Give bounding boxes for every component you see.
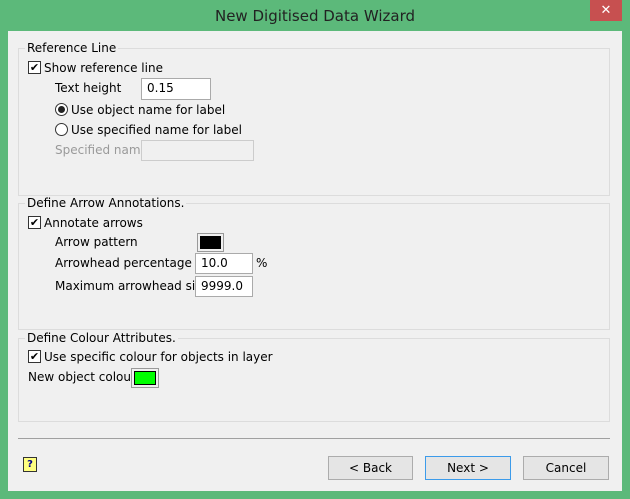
show-reference-line-label: Show reference line xyxy=(44,61,163,75)
text-height-input[interactable]: 0.15 xyxy=(141,78,211,100)
cancel-button[interactable]: Cancel xyxy=(523,456,609,480)
annotate-arrows-label: Annotate arrows xyxy=(44,216,143,230)
next-button[interactable]: Next > xyxy=(425,456,511,480)
show-reference-line-checkbox[interactable]: ✔ xyxy=(28,61,41,74)
window-title: New Digitised Data Wizard xyxy=(214,7,416,25)
back-button[interactable]: < Back xyxy=(328,456,413,480)
specified-name-label: Specified name xyxy=(55,143,148,157)
text-height-label: Text height xyxy=(55,81,122,95)
use-specified-name-label: Use specified name for label xyxy=(71,123,242,137)
new-object-colour-swatch[interactable] xyxy=(131,368,159,388)
use-specified-name-radio[interactable] xyxy=(55,123,68,136)
arrow-annotations-legend: Define Arrow Annotations. xyxy=(25,196,187,210)
separator xyxy=(18,438,610,439)
use-specific-colour-checkbox[interactable]: ✔ xyxy=(28,350,41,363)
arrow-pattern-label: Arrow pattern xyxy=(55,235,138,249)
arrowhead-percentage-label: Arrowhead percentage xyxy=(55,256,192,270)
help-icon[interactable]: ? xyxy=(23,457,37,472)
max-arrowhead-size-input[interactable]: 9999.0 xyxy=(195,276,253,297)
annotate-arrows-checkbox[interactable]: ✔ xyxy=(28,216,41,229)
specified-name-input[interactable] xyxy=(141,140,254,161)
max-arrowhead-size-label: Maximum arrowhead size xyxy=(55,279,209,293)
percent-unit: % xyxy=(256,256,268,270)
arrow-pattern-swatch[interactable] xyxy=(197,233,224,252)
reference-line-legend: Reference Line xyxy=(25,41,119,55)
use-specific-colour-label: Use specific colour for objects in layer xyxy=(44,350,273,364)
use-object-name-radio[interactable] xyxy=(55,103,68,116)
new-object-colour-label: New object colour xyxy=(28,370,136,384)
arrowhead-percentage-input[interactable]: 10.0 xyxy=(195,253,253,274)
close-button[interactable]: ✕ xyxy=(590,0,622,21)
use-object-name-label: Use object name for label xyxy=(71,103,226,117)
colour-attributes-legend: Define Colour Attributes. xyxy=(25,331,178,345)
